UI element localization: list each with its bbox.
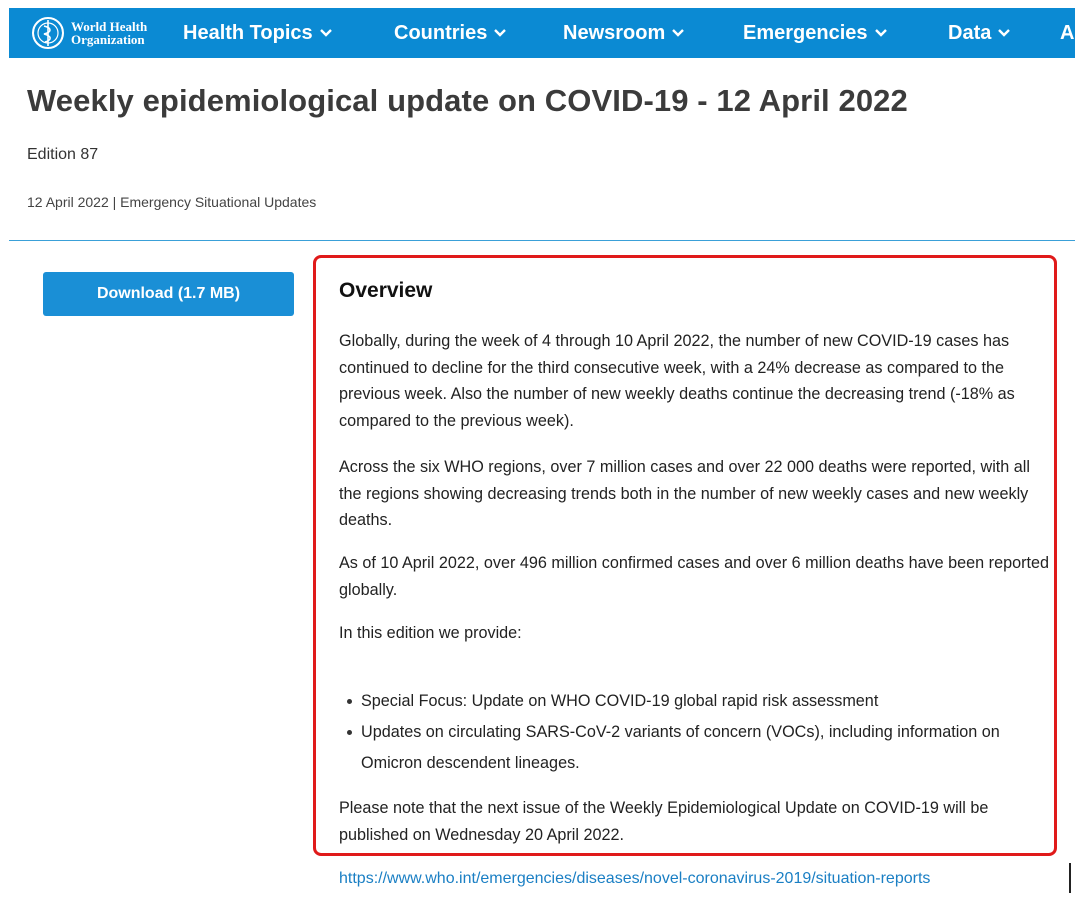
situation-reports-link[interactable]: https://www.who.int/emergencies/diseases…: [339, 870, 930, 888]
chevron-down-icon: [494, 29, 507, 37]
header-divider: [9, 240, 1075, 241]
chevron-down-icon: [874, 29, 887, 37]
nav-health-topics[interactable]: Health Topics: [183, 8, 333, 58]
download-button[interactable]: Download (1.7 MB): [43, 272, 294, 316]
overview-paragraph: Globally, during the week of 4 through 1…: [339, 332, 1015, 430]
logo-text-line2: Organization: [71, 32, 145, 47]
nav-label: Data: [948, 21, 992, 44]
overview-paragraph: As of 10 April 2022, over 496 million co…: [339, 554, 1049, 599]
nav-newsroom[interactable]: Newsroom: [563, 8, 685, 58]
nav-label: Newsroom: [563, 21, 666, 44]
chevron-down-icon: [998, 29, 1011, 37]
nav-about[interactable]: A: [1060, 8, 1074, 58]
overview-heading: Overview: [339, 279, 433, 302]
nav-emergencies[interactable]: Emergencies: [743, 8, 888, 58]
text-cursor: [1069, 863, 1071, 893]
page-title: Weekly epidemiological update on COVID-1…: [27, 83, 908, 118]
logo-text: World Health Organization: [71, 20, 147, 46]
nav-label: A: [1060, 21, 1075, 44]
edition-contents-list: Special Focus: Update on WHO COVID-19 gl…: [345, 686, 1050, 779]
nav-countries[interactable]: Countries: [394, 8, 507, 58]
who-emblem-icon: [32, 17, 64, 49]
edition-label: Edition 87: [27, 146, 99, 163]
overview-paragraph: Across the six WHO regions, over 7 milli…: [339, 458, 1030, 529]
chevron-down-icon: [672, 29, 685, 37]
list-item: Updates on circulating SARS-CoV-2 varian…: [345, 717, 1050, 779]
overview-paragraph: In this edition we provide:: [339, 624, 522, 642]
who-logo[interactable]: World Health Organization: [29, 14, 147, 52]
next-issue-note: Please note that the next issue of the W…: [339, 799, 989, 844]
nav-data[interactable]: Data: [948, 8, 1011, 58]
publication-meta: 12 April 2022 | Emergency Situational Up…: [27, 194, 317, 210]
nav-label: Countries: [394, 21, 488, 44]
nav-label: Health Topics: [183, 21, 313, 44]
chevron-down-icon: [319, 29, 332, 37]
nav-label: Emergencies: [743, 21, 868, 44]
list-item: Special Focus: Update on WHO COVID-19 gl…: [345, 686, 1050, 717]
top-navbar: World Health Organization Health Topics …: [9, 8, 1075, 58]
